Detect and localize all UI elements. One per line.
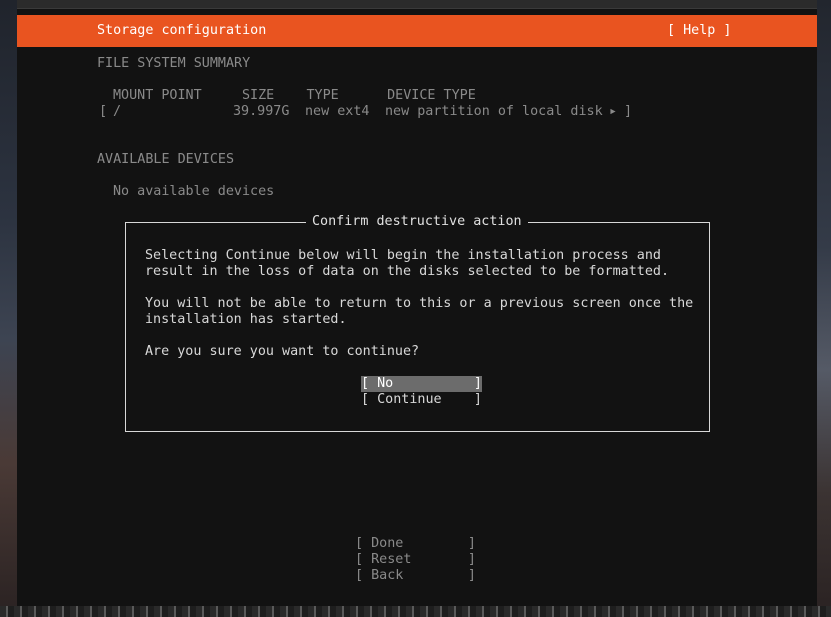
- row-type: new ext4: [305, 104, 370, 119]
- row-open-bracket: [: [99, 104, 108, 119]
- desktop-background-right: [817, 0, 831, 617]
- row-close-bracket: ]: [624, 104, 633, 119]
- row-arrow-icon[interactable]: ▸: [609, 104, 617, 120]
- desktop-background-bottom: [0, 606, 831, 617]
- dialog-text-line-2: result in the loss of data on the disks …: [145, 264, 670, 279]
- dialog-text-line-3: You will not be able to return to this o…: [145, 296, 694, 311]
- dialog-text-line-1: Selecting Continue below will begin the …: [145, 248, 661, 263]
- dialog-question: Are you sure you want to continue?: [145, 344, 420, 359]
- done-button[interactable]: [ Done ]: [355, 536, 476, 552]
- dialog-title: Confirm destructive action: [306, 214, 528, 230]
- back-button[interactable]: [ Back ]: [355, 568, 476, 584]
- page-header: Storage configuration [ Help ]: [17, 15, 817, 47]
- reset-button[interactable]: [ Reset ]: [355, 552, 476, 568]
- page-title: Storage configuration: [97, 23, 267, 38]
- row-size: 39.997G: [233, 104, 290, 119]
- no-button[interactable]: [ No ]: [361, 376, 482, 392]
- available-devices-heading: AVAILABLE DEVICES: [97, 152, 235, 167]
- window-top-strip: [17, 0, 817, 9]
- row-device-type: new partition of local disk: [385, 104, 603, 119]
- help-button[interactable]: [ Help ]: [667, 23, 732, 38]
- desktop-background-left: [0, 0, 17, 617]
- available-devices-empty: No available devices: [113, 184, 275, 199]
- row-mount-point: /: [113, 104, 122, 119]
- fs-summary-columns: MOUNT POINT SIZE TYPE DEVICE TYPE: [113, 88, 476, 103]
- terminal-window: Storage configuration [ Help ] FILE SYST…: [17, 0, 817, 606]
- dialog-text-line-4: installation has started.: [145, 312, 347, 327]
- confirm-dialog: Confirm destructive action Selecting Con…: [125, 214, 710, 432]
- fs-summary-heading: FILE SYSTEM SUMMARY: [97, 56, 251, 71]
- continue-button[interactable]: [ Continue ]: [361, 392, 482, 408]
